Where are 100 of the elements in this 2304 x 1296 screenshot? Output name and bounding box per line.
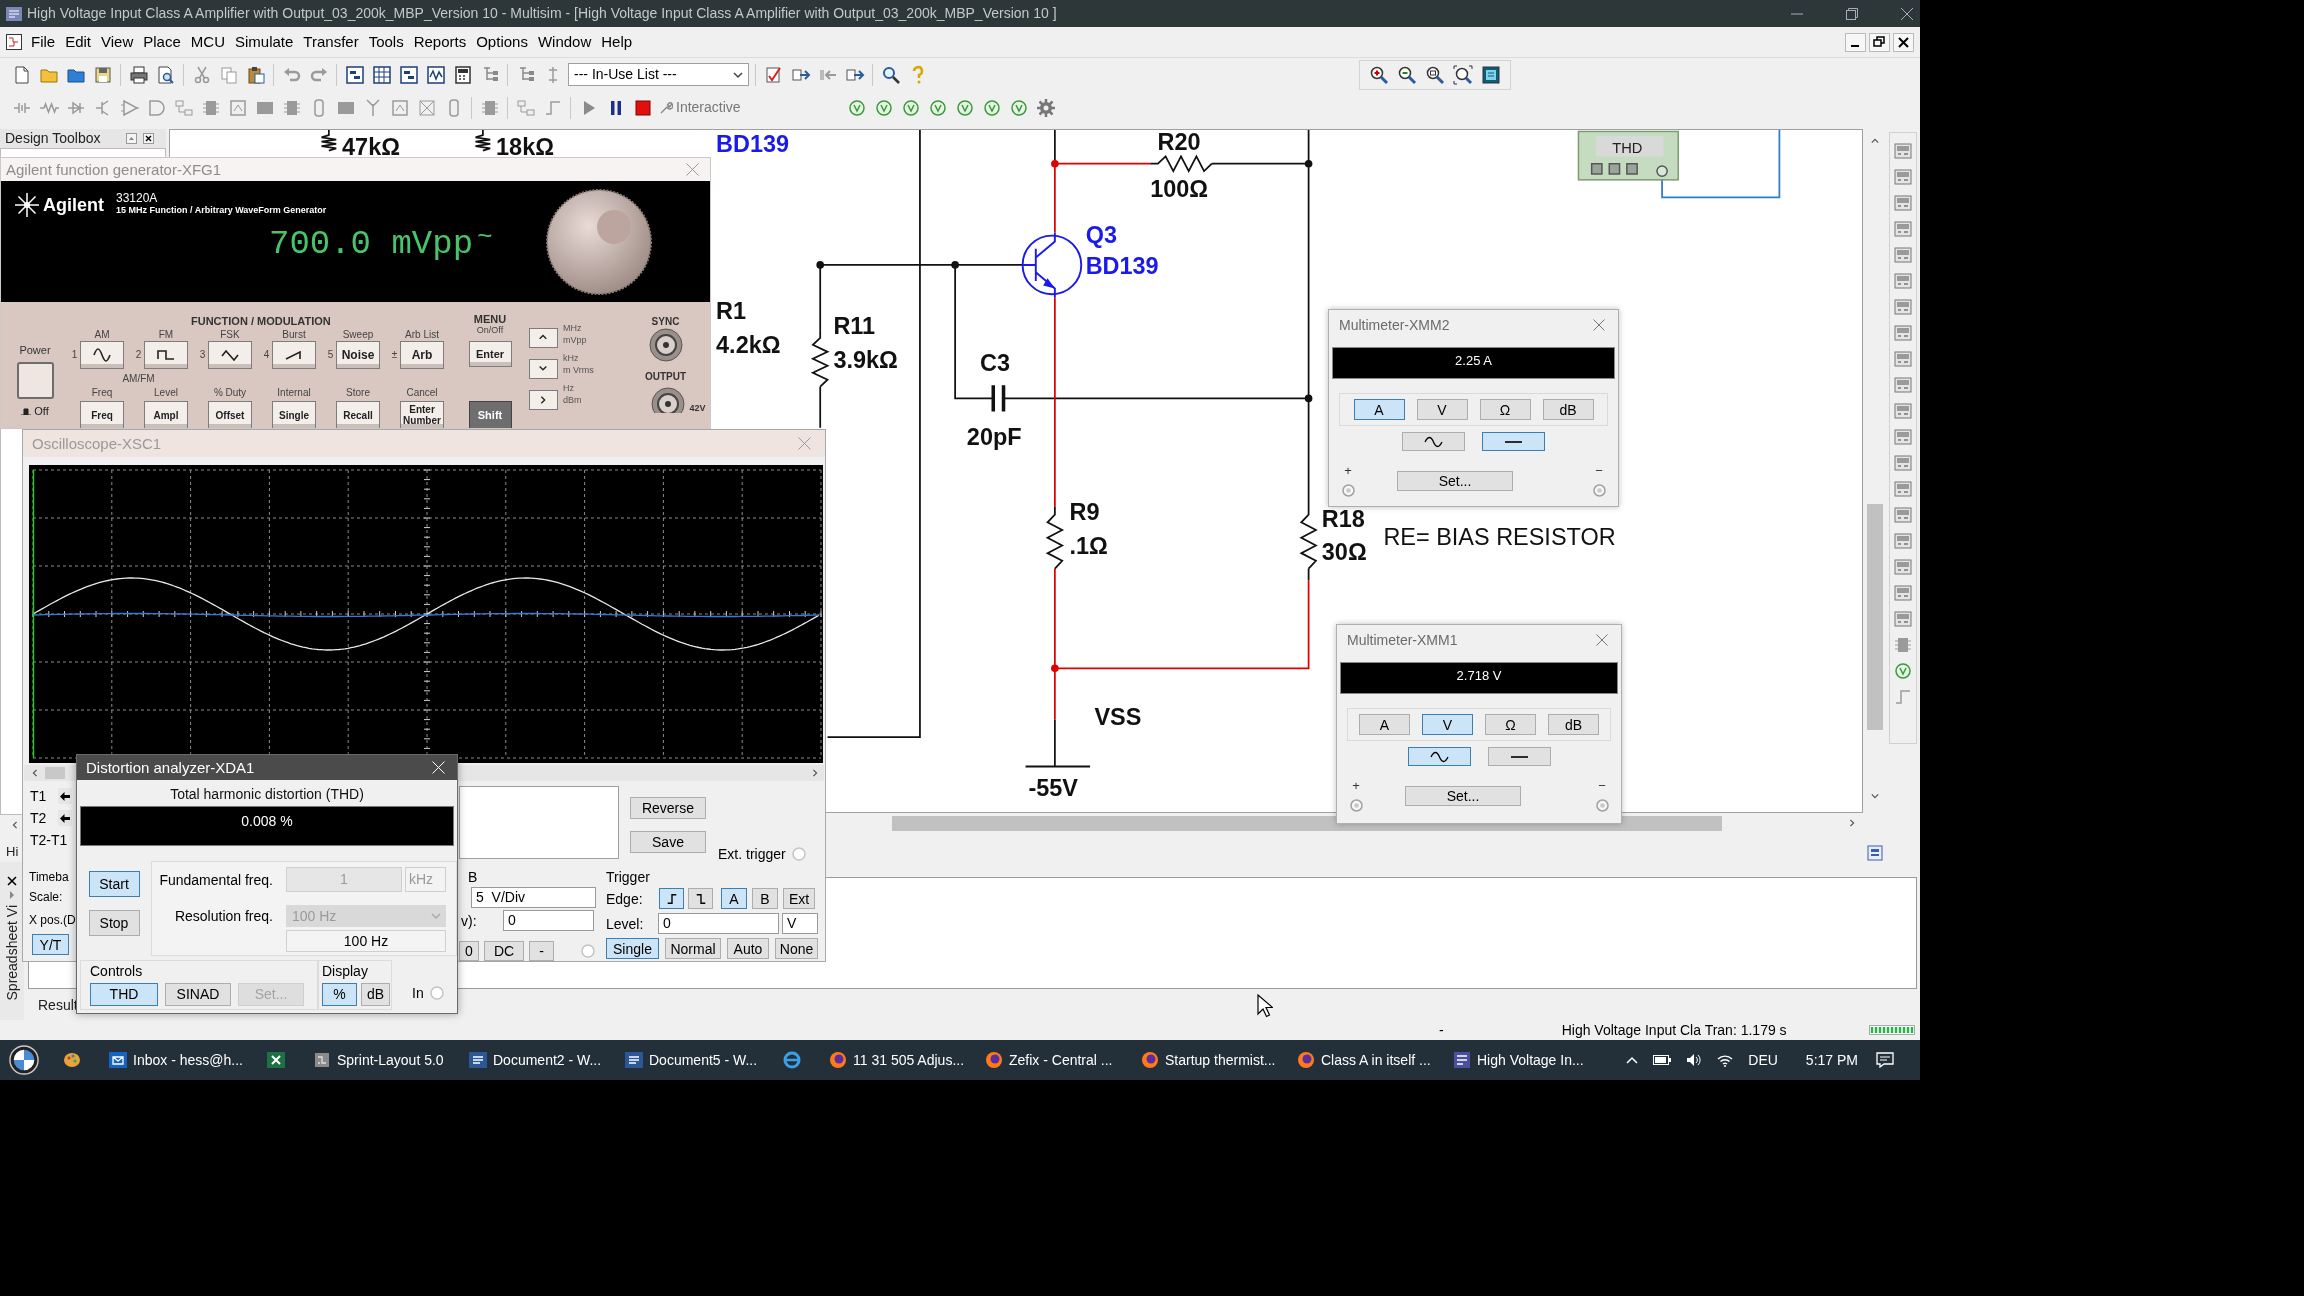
instrument-icon[interactable] [1893, 219, 1913, 239]
printer-icon[interactable] [128, 64, 149, 85]
function-key[interactable] [144, 341, 188, 369]
instrument-icon[interactable] [1893, 401, 1913, 421]
position-field[interactable]: 0 [503, 910, 594, 931]
trigger-mode-button[interactable]: None [775, 938, 818, 959]
menu-item[interactable]: View [96, 32, 139, 52]
minimize-icon[interactable] [1845, 32, 1866, 52]
notification-icon[interactable] [1876, 1052, 1894, 1068]
function-key[interactable] [272, 341, 316, 369]
bnc-connector-icon[interactable] [648, 328, 683, 362]
function-key[interactable] [80, 341, 124, 369]
source-button[interactable]: B [752, 888, 778, 909]
menu-item[interactable]: Options [471, 32, 533, 52]
scale-field[interactable]: 5 V/Div [471, 887, 596, 908]
source-button[interactable]: Ext [783, 888, 815, 909]
window-panel-icon[interactable] [398, 64, 419, 85]
mode-button[interactable]: A [1359, 714, 1410, 735]
instrument-icon[interactable] [1893, 427, 1913, 447]
taskbar-button[interactable]: Startup thermist... [1132, 1040, 1284, 1080]
instrument-icon[interactable] [1893, 245, 1913, 265]
terminal-icon[interactable] [1349, 799, 1363, 812]
cursor-arrow-button[interactable] [58, 788, 72, 804]
power-button[interactable] [16, 362, 54, 399]
clipboard-icon[interactable] [245, 64, 266, 85]
instrument-icon[interactable] [1893, 271, 1913, 291]
unit-field[interactable]: V [782, 913, 818, 934]
mode-button[interactable]: V [1416, 399, 1468, 420]
instrument-icon[interactable] [1893, 479, 1913, 499]
instrument-icon[interactable] [1893, 375, 1913, 395]
toolbar-options-icon[interactable] [1867, 845, 1883, 861]
meter-icon[interactable] [389, 97, 410, 118]
cursor-line[interactable] [32, 469, 35, 759]
taskbar-button[interactable]: Document5 - W... [616, 1040, 768, 1080]
shift-key[interactable]: Shift [468, 401, 512, 428]
menu-item[interactable]: Tools [363, 32, 409, 52]
grid-icon[interactable] [371, 64, 392, 85]
reverse-button[interactable]: Reverse [630, 797, 706, 819]
check-page-icon[interactable] [763, 64, 784, 85]
mode-button[interactable]: Y/T [32, 934, 69, 955]
chip-icon[interactable] [1893, 635, 1913, 655]
probe-icon[interactable] [1009, 97, 1030, 118]
set-button[interactable]: Set... [1397, 471, 1513, 491]
function-key[interactable]: Recall [336, 401, 380, 428]
full-screen-icon[interactable] [1481, 64, 1501, 85]
arrow-key[interactable] [528, 359, 558, 379]
cursor-arrow-button[interactable] [58, 810, 72, 826]
logic-gate-icon[interactable] [146, 97, 167, 118]
menu-item[interactable]: MCU [185, 32, 230, 52]
mode-button[interactable]: dB [1548, 714, 1599, 735]
arrow-key[interactable] [528, 390, 558, 410]
calculator-icon[interactable] [452, 64, 473, 85]
function-key[interactable]: Enter Number [400, 401, 444, 428]
print-preview-icon[interactable] [155, 64, 176, 85]
radio-button[interactable] [429, 986, 444, 1000]
arrow-key[interactable] [528, 328, 558, 348]
menu-item[interactable]: Edit [60, 32, 97, 52]
hierarchy-icon[interactable] [173, 97, 194, 118]
menu-item[interactable]: Transfer [298, 32, 364, 52]
crossed-box-icon[interactable] [416, 97, 437, 118]
close-icon[interactable] [7, 876, 17, 886]
meter-icon[interactable] [227, 97, 248, 118]
chevron-left-icon[interactable] [11, 820, 19, 830]
function-key[interactable]: Noise [336, 341, 380, 369]
component-list-dropdown[interactable]: --- In-Use List --- [568, 63, 749, 86]
trigger-mode-button[interactable]: Single [606, 938, 659, 959]
instrument-icon[interactable] [1893, 141, 1913, 161]
wifi-icon[interactable] [1717, 1053, 1734, 1067]
signal-type-button[interactable] [1402, 432, 1465, 451]
level-field[interactable]: 0 [658, 913, 779, 934]
instrument-icon[interactable] [1893, 323, 1913, 343]
window-panel-icon[interactable] [344, 64, 365, 85]
taskbar-button[interactable]: High Voltage In... [1444, 1040, 1596, 1080]
mode-button[interactable]: V [1422, 714, 1473, 735]
battery-icon[interactable] [1653, 1055, 1672, 1065]
probe-icon[interactable] [847, 97, 868, 118]
zoom-area-icon[interactable] [1425, 64, 1445, 85]
radio-button[interactable] [581, 944, 595, 958]
function-key[interactable]: Freq [80, 401, 124, 428]
taskbar-button[interactable]: Document2 - W... [460, 1040, 612, 1080]
instrument-icon[interactable] [1893, 167, 1913, 187]
menu-item[interactable]: File [26, 32, 61, 52]
chevron-right-icon[interactable] [811, 768, 819, 778]
function-key[interactable]: Single [272, 401, 316, 428]
instrument-icon[interactable] [1893, 297, 1913, 317]
radio-button[interactable] [791, 847, 806, 861]
knob[interactable] [546, 188, 652, 295]
coupling-button[interactable]: DC [484, 941, 524, 961]
clock[interactable]: 5:17 PM [1805, 1052, 1858, 1068]
chevron-right-icon[interactable] [1848, 818, 1856, 828]
coupling-button[interactable]: - [529, 941, 554, 961]
taskbar-button[interactable]: 11 31 505 Adjus... [820, 1040, 972, 1080]
globe-icon[interactable] [783, 1051, 801, 1069]
function-key[interactable]: Arb [400, 341, 444, 369]
palette-icon[interactable] [63, 1051, 81, 1069]
settings-icon[interactable] [1036, 97, 1057, 118]
probe-icon[interactable] [928, 97, 949, 118]
unit-button[interactable]: % [322, 983, 357, 1006]
probe-icon[interactable] [901, 97, 922, 118]
action-button[interactable]: Stop [88, 910, 140, 936]
